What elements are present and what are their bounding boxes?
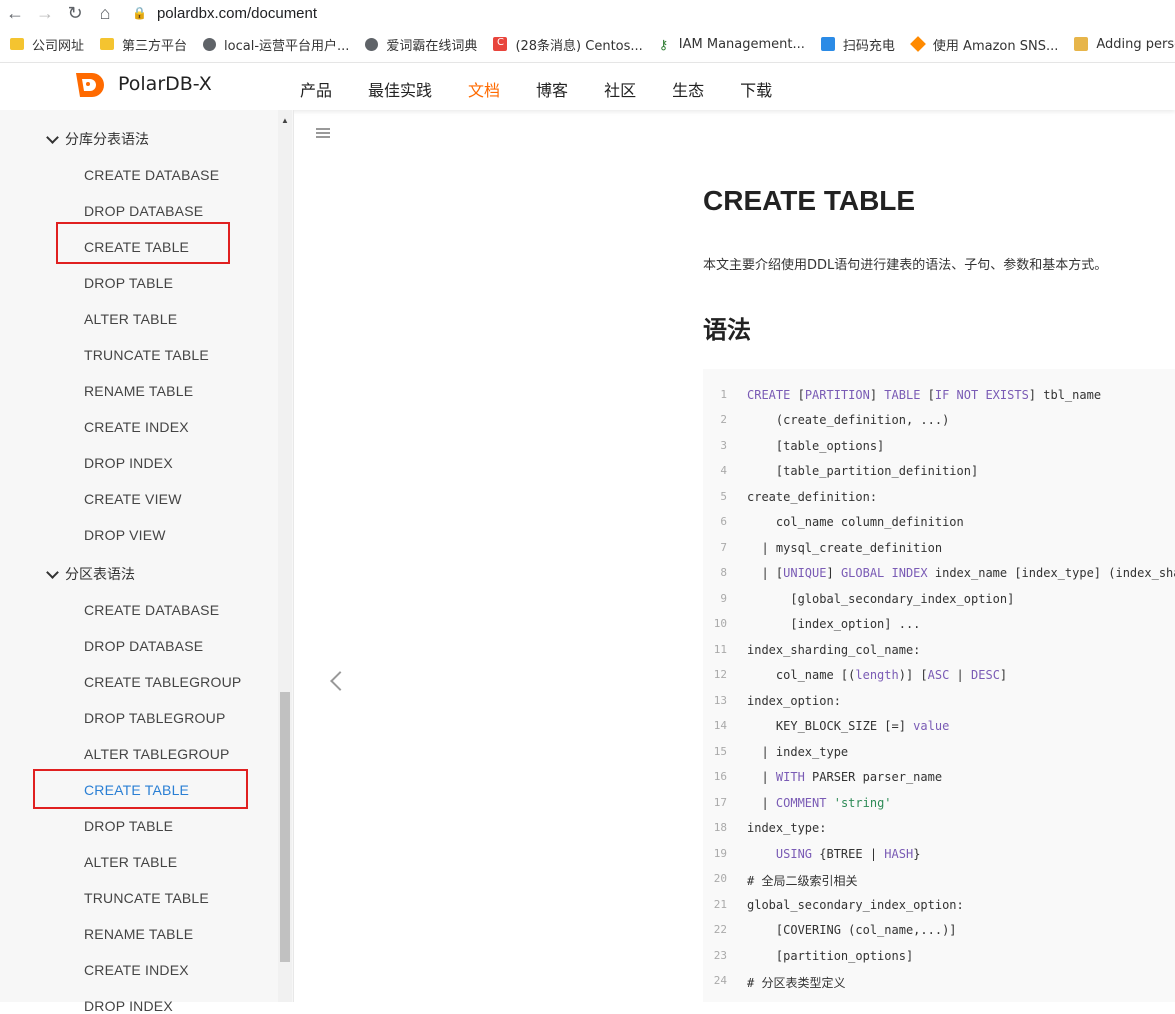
- bookmark-item[interactable]: ⚷ IAM Management...: [658, 36, 805, 54]
- polardbx-logo-icon[interactable]: [72, 69, 104, 101]
- sidebar-item[interactable]: CREATE DATABASE: [84, 602, 219, 618]
- address-bar[interactable]: 🔒 polardbx.com/document: [132, 5, 317, 22]
- folder-icon: [100, 38, 115, 50]
- bookmark-item[interactable]: 使用 Amazon SNS...: [910, 35, 1059, 54]
- sidebar-item[interactable]: DROP TABLE: [84, 818, 173, 834]
- nav-ecosystem[interactable]: 生态: [672, 77, 704, 101]
- bookmark-label: (28条消息) Centos...: [515, 38, 643, 54]
- sidebar-item[interactable]: TRUNCATE TABLE: [84, 347, 209, 363]
- section-partition-syntax[interactable]: 分区表语法: [46, 564, 135, 584]
- sidebar-item[interactable]: DROP INDEX: [84, 998, 173, 1014]
- nav-docs[interactable]: 文档: [468, 77, 500, 101]
- sidebar-item[interactable]: DROP TABLE: [84, 275, 173, 291]
- bookmark-item[interactable]: 公司网址: [10, 35, 84, 54]
- bookmark-label: IAM Management...: [678, 36, 805, 52]
- forward-arrow-icon[interactable]: →: [30, 0, 60, 26]
- toc-menu-icon[interactable]: [316, 128, 330, 140]
- sidebar-item[interactable]: CREATE VIEW: [84, 491, 182, 507]
- csdn-icon: C: [493, 37, 508, 51]
- sidebar-item[interactable]: ALTER TABLEGROUP: [84, 746, 230, 762]
- bookmarks-bar: 公司网址 第三方平台 local-运营平台用户... 爱词霸在线词典 C (28条…: [0, 30, 1175, 58]
- nav-community[interactable]: 社区: [604, 77, 636, 101]
- bookmark-label: 扫码充电: [842, 38, 895, 54]
- sidebar-item[interactable]: CREATE INDEX: [84, 962, 189, 978]
- sidebar-item[interactable]: ALTER TABLE: [84, 311, 177, 327]
- nav-best-practice[interactable]: 最佳实践: [368, 77, 432, 101]
- sidebar-item[interactable]: RENAME TABLE: [84, 383, 193, 399]
- url-text: polardbx.com/document: [156, 4, 318, 22]
- sidebar-item[interactable]: CREATE DATABASE: [84, 167, 219, 183]
- bookmark-label: 公司网址: [32, 38, 85, 54]
- globe-icon: [365, 37, 379, 51]
- key-icon: ⚷: [658, 38, 669, 53]
- section-sharding-syntax[interactable]: 分库分表语法: [46, 129, 149, 149]
- bookmark-item[interactable]: local-运营平台用户...: [203, 35, 349, 54]
- bookmark-item[interactable]: Adding personali...: [1074, 37, 1175, 52]
- folder-icon: [10, 38, 24, 50]
- highlight-box: [56, 222, 230, 264]
- site-header: PolarDB-X 产品 最佳实践 文档 博客 社区 生态 下载: [0, 62, 1175, 110]
- bookmark-item[interactable]: 扫码充电: [820, 35, 895, 54]
- bookmark-item[interactable]: 第三方平台: [100, 35, 187, 54]
- sidebar-item[interactable]: ALTER TABLE: [84, 854, 177, 870]
- bookmark-label: 第三方平台: [122, 38, 188, 54]
- bookmark-item[interactable]: 爱词霸在线词典: [365, 35, 477, 54]
- nav-blog[interactable]: 博客: [536, 77, 568, 101]
- home-icon[interactable]: ⌂: [90, 0, 120, 26]
- sidebar-item[interactable]: DROP VIEW: [84, 527, 166, 543]
- page-title: CREATE TABLE: [703, 185, 916, 216]
- sidebar-item[interactable]: TRUNCATE TABLE: [84, 890, 209, 906]
- intro-text: 本文主要介绍使用DDL语句进行建表的语法、子句、参数和基本方式。: [703, 258, 1108, 273]
- box-icon: [1074, 37, 1089, 51]
- globe-icon: [203, 37, 217, 51]
- sidebar-item[interactable]: RENAME TABLE: [84, 926, 193, 942]
- sidebar-item[interactable]: CREATE TABLEGROUP: [84, 674, 241, 690]
- bookmark-item[interactable]: C (28条消息) Centos...: [493, 35, 643, 54]
- bookmark-label: 使用 Amazon SNS...: [932, 38, 1059, 54]
- bookmark-label: local-运营平台用户...: [224, 38, 350, 54]
- sidebar-scroll-thumb[interactable]: [280, 692, 290, 962]
- sidebar-item[interactable]: CREATE INDEX: [84, 419, 189, 435]
- reload-icon[interactable]: ↻: [60, 0, 90, 26]
- section-title: 分库分表语法: [65, 132, 149, 148]
- nav-download[interactable]: 下载: [740, 77, 772, 101]
- highlight-box: [33, 769, 248, 809]
- aws-icon: [910, 36, 926, 52]
- prev-page-chevron-icon[interactable]: [330, 671, 350, 691]
- nav-products[interactable]: 产品: [300, 77, 332, 101]
- charge-icon: [820, 37, 835, 51]
- section-title: 分区表语法: [65, 567, 135, 583]
- scroll-up-arrow-icon[interactable]: ▲: [281, 116, 289, 125]
- sidebar-item[interactable]: DROP DATABASE: [84, 203, 203, 219]
- bookmark-label: Adding personali...: [1096, 36, 1175, 52]
- sidebar-item[interactable]: DROP INDEX: [84, 455, 173, 471]
- sidebar-item[interactable]: DROP DATABASE: [84, 638, 203, 654]
- bookmark-label: 爱词霸在线词典: [386, 38, 478, 54]
- lock-icon: 🔒: [132, 6, 147, 20]
- sidebar-item[interactable]: DROP TABLEGROUP: [84, 710, 225, 726]
- back-arrow-icon[interactable]: ←: [0, 0, 30, 26]
- top-nav: 产品 最佳实践 文档 博客 社区 生态 下载: [300, 77, 808, 101]
- chevron-down-icon: [46, 130, 59, 144]
- chevron-down-icon: [46, 565, 59, 579]
- code-block: 1 CREATE [PARTITION] TABLE [IF NOT EXISTS…: [703, 369, 1175, 1002]
- brand-name[interactable]: PolarDB-X: [118, 73, 212, 95]
- browser-toolbar: ← → ↻ ⌂ 🔒 polardbx.com/document: [0, 0, 1175, 26]
- syntax-heading: 语法: [703, 316, 751, 344]
